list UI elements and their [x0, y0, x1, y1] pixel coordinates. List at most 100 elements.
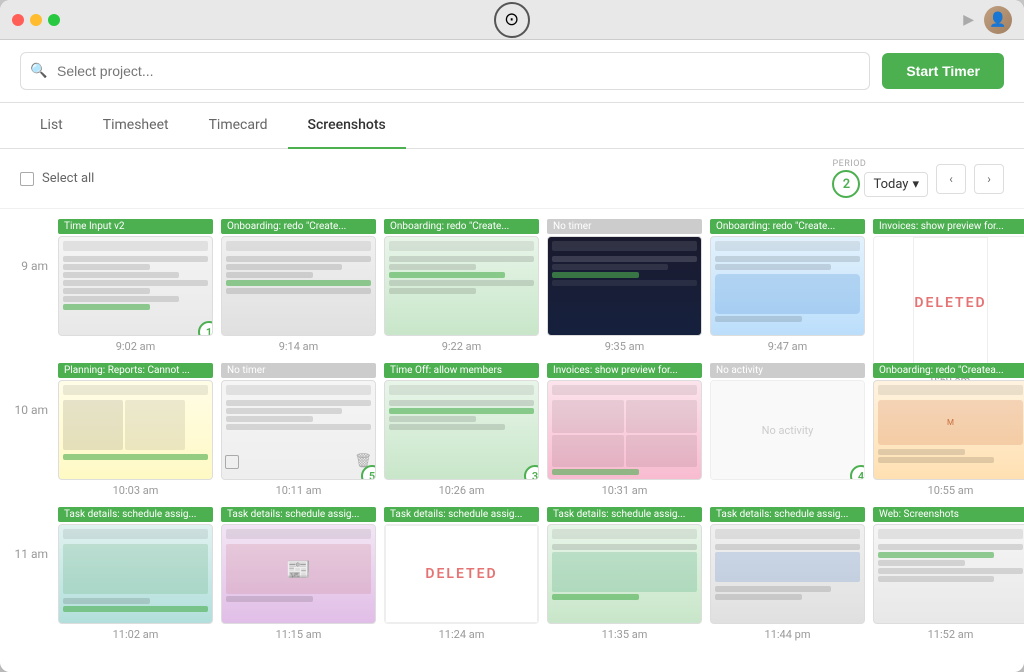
screenshot-tag: Onboarding: redo "Create...	[384, 219, 539, 234]
tabs: List Timesheet Timecard Screenshots	[0, 103, 1024, 149]
list-item: Task details: schedule assig... 11:02 am	[58, 507, 213, 641]
screenshot-time: 9:22 am	[384, 340, 539, 353]
circle-number-4: 4	[850, 465, 865, 480]
play-icon[interactable]: ▶	[963, 12, 974, 28]
screenshot-time: 10:31 am	[547, 484, 702, 497]
period-value: Today	[873, 177, 908, 192]
screenshots-row-9am: Time Input v2 1 9:02 am Onboarding: redo…	[58, 219, 1024, 353]
screenshot-tag: Task details: schedule assig...	[547, 507, 702, 522]
screenshot-time: 9:35 am	[547, 340, 702, 353]
tab-timesheet[interactable]: Timesheet	[83, 103, 189, 149]
screenshot-time: 11:44 pm	[710, 628, 865, 641]
toolbar-right: PERIOD 2 Today ▾ ‹ ›	[832, 159, 1004, 198]
screenshot-thumb[interactable]	[547, 236, 702, 336]
chevron-down-icon: ▾	[912, 177, 919, 192]
period-badge: 2	[832, 170, 860, 198]
main-content: List Timesheet Timecard Screenshots Sele…	[0, 103, 1024, 672]
screenshot-thumb[interactable]: 5	[221, 380, 376, 480]
screenshot-thumb[interactable]: M	[873, 380, 1024, 480]
screenshot-tag: Onboarding: redo "Create...	[221, 219, 376, 234]
screenshot-thumb[interactable]	[58, 524, 213, 624]
list-item: Onboarding: redo "Createa... M 10:55 am	[873, 363, 1024, 497]
search-container: 🔍	[20, 52, 870, 90]
screenshot-thumb[interactable]	[710, 524, 865, 624]
circle-number-5: 5	[361, 465, 376, 480]
item-checkbox[interactable]	[225, 455, 239, 469]
list-item: Onboarding: redo "Create... 9:14 am	[221, 219, 376, 353]
close-button[interactable]	[12, 14, 24, 26]
start-timer-button[interactable]: Start Timer	[882, 53, 1004, 89]
screenshot-thumb[interactable]: 📰	[221, 524, 376, 624]
titlebar: ⊙ ▶ 👤	[0, 0, 1024, 40]
screenshot-time: 10:55 am	[873, 484, 1024, 497]
period-selector: 2 Today ▾	[832, 170, 928, 198]
list-item: Onboarding: redo "Create... 9:47 am	[710, 219, 865, 353]
time-label-9am: 9 am	[10, 219, 58, 353]
screenshot-thumb[interactable]	[384, 236, 539, 336]
time-label-11am: 11 am	[10, 507, 58, 641]
avatar[interactable]: 👤	[984, 6, 1012, 34]
screenshot-tag: Invoices: show preview for...	[547, 363, 702, 378]
screenshot-thumb[interactable]: DELETED	[873, 236, 1024, 370]
list-item: No timer 9:35 am	[547, 219, 702, 353]
screenshot-thumb[interactable]: No activity 4	[710, 380, 865, 480]
screenshot-tag: Task details: schedule assig...	[384, 507, 539, 522]
screenshot-time: 9:47 am	[710, 340, 865, 353]
screenshot-tag: Invoices: show preview for...	[873, 219, 1024, 234]
screenshot-thumb[interactable]	[547, 380, 702, 480]
screenshot-time: 11:15 am	[221, 628, 376, 641]
screenshot-time: 9:14 am	[221, 340, 376, 353]
list-item: Task details: schedule assig... 11:44 pm	[710, 507, 865, 641]
select-all-checkbox[interactable]	[20, 172, 34, 186]
screenshot-time: 10:03 am	[58, 484, 213, 497]
screenshot-tag: Time Off: allow members	[384, 363, 539, 378]
deleted-label: DELETED	[914, 295, 986, 311]
prev-button[interactable]: ‹	[936, 164, 966, 194]
screenshot-thumb[interactable]	[873, 524, 1024, 624]
screenshot-thumb[interactable]: 3	[384, 380, 539, 480]
maximize-button[interactable]	[48, 14, 60, 26]
search-input[interactable]	[20, 52, 870, 90]
next-button[interactable]: ›	[974, 164, 1004, 194]
toolbar: Select all PERIOD 2 Today ▾ ‹ ›	[0, 149, 1024, 209]
avatar-image: 👤	[984, 6, 1012, 34]
list-item: Time Input v2 1 9:02 am	[58, 219, 213, 353]
minimize-button[interactable]	[30, 14, 42, 26]
screenshot-time: 11:35 am	[547, 628, 702, 641]
screenshot-tag: Onboarding: redo "Createa...	[873, 363, 1024, 378]
period-dropdown[interactable]: Today ▾	[864, 172, 928, 197]
screenshot-thumb[interactable]	[547, 524, 702, 624]
header-bar: 🔍 Start Timer	[0, 40, 1024, 103]
screenshot-time: 10:26 am	[384, 484, 539, 497]
tab-screenshots[interactable]: Screenshots	[288, 103, 406, 149]
list-item: Task details: schedule assig... 📰 11:15 …	[221, 507, 376, 641]
list-item: Task details: schedule assig... 11:35 am	[547, 507, 702, 641]
list-item: Web: Screenshots 11:52 am	[873, 507, 1024, 641]
app-window: ⊙ ▶ 👤 🔍 Start Timer List Timesheet Timec…	[0, 0, 1024, 672]
select-all-container: Select all	[20, 171, 94, 186]
list-item: No activity No activity 4	[710, 363, 865, 497]
circle-number-3: 3	[524, 465, 539, 480]
search-icon: 🔍	[30, 63, 47, 79]
screenshot-tag: No activity	[710, 363, 865, 378]
screenshot-thumb[interactable]	[58, 380, 213, 480]
screenshot-thumb[interactable]	[221, 236, 376, 336]
screenshot-tag: Task details: schedule assig...	[221, 507, 376, 522]
screenshot-thumb[interactable]	[710, 236, 865, 336]
screenshots-row-11am: Task details: schedule assig... 11:02 am…	[58, 507, 1024, 641]
time-row-10am: 10 am Planning: Reports: Cannot ... 10:0…	[10, 363, 1014, 497]
screenshot-thumb[interactable]: 1	[58, 236, 213, 336]
list-item: Task details: schedule assig... DELETED …	[384, 507, 539, 641]
screenshots-grid: 9 am Time Input v2 1 9:02 am Onboarding:…	[0, 209, 1024, 672]
screenshot-tag: No timer	[221, 363, 376, 378]
time-row-9am: 9 am Time Input v2 1 9:02 am Onboarding:…	[10, 219, 1014, 353]
screenshot-thumb[interactable]: DELETED	[384, 524, 539, 624]
screenshot-tag: Task details: schedule assig...	[710, 507, 865, 522]
tab-timecard[interactable]: Timecard	[189, 103, 288, 149]
deleted-label: DELETED	[425, 566, 497, 582]
tab-list[interactable]: List	[20, 103, 83, 149]
list-item: Time Off: allow members 3 10:26 am	[384, 363, 539, 497]
screenshot-tag: Time Input v2	[58, 219, 213, 234]
list-item: Onboarding: redo "Create... 9:22 am	[384, 219, 539, 353]
list-item: Invoices: show preview for... 10:31 am	[547, 363, 702, 497]
